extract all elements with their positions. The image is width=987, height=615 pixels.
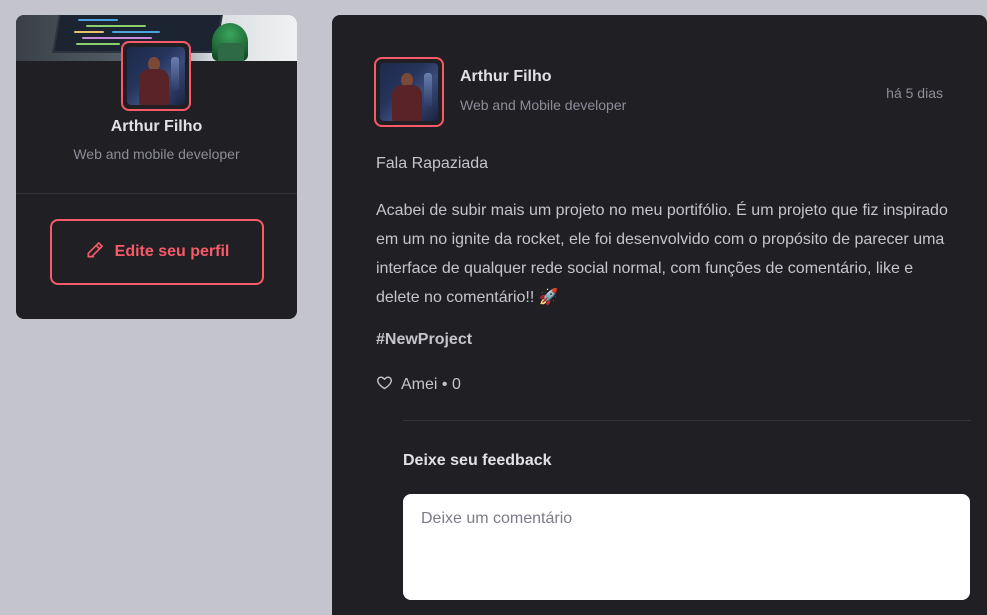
edit-profile-button[interactable]: Edite seu perfil xyxy=(50,219,264,285)
post-author-name[interactable]: Arthur Filho xyxy=(460,68,552,86)
post-divider xyxy=(403,420,971,421)
post-hashtag[interactable]: #NewProject xyxy=(376,331,472,349)
edit-profile-label: Edite seu perfil xyxy=(114,243,230,260)
heart-icon xyxy=(376,374,393,396)
avatar[interactable] xyxy=(121,41,191,111)
like-button[interactable]: Amei • 0 xyxy=(376,374,461,396)
pencil-icon xyxy=(85,240,105,265)
like-count-label: Amei • 0 xyxy=(401,376,461,393)
post-card: Arthur Filho Web and Mobile developer há… xyxy=(332,15,987,615)
post-greeting: Fala Rapaziada xyxy=(376,155,489,172)
comment-input[interactable] xyxy=(403,494,970,600)
profile-role: Web and mobile developer xyxy=(73,146,240,162)
post-body: Acabei de subir mais um projeto no meu p… xyxy=(376,202,948,306)
profile-sidebar: Arthur Filho Web and mobile developer Ed… xyxy=(16,15,297,319)
post-author-avatar-image xyxy=(380,63,438,121)
feedback-title: Deixe seu feedback xyxy=(403,452,552,469)
sidebar-divider xyxy=(16,193,297,194)
profile-name: Arthur Filho xyxy=(110,118,203,135)
post-timestamp: há 5 dias xyxy=(886,85,943,101)
avatar-image xyxy=(127,47,185,105)
post-author-avatar[interactable] xyxy=(374,57,444,127)
post-author-role: Web and Mobile developer xyxy=(460,97,627,113)
